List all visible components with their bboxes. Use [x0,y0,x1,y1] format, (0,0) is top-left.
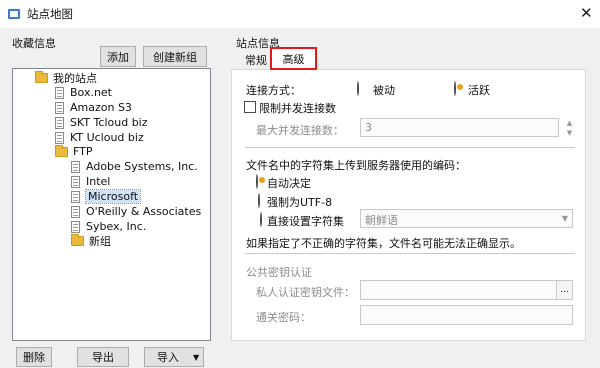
tree-label: Amazon S3 [70,101,132,114]
site-tree[interactable]: 我的站点 Box.net Amazon S3 SKT Tcloud biz KT… [12,68,211,341]
site-icon [71,205,80,218]
favorites-label: 收藏信息 [12,37,56,50]
tree-label: Microsoft [84,189,142,204]
tree-item-site[interactable]: KT Ucloud biz [55,130,144,145]
auto-decide-radio[interactable] [256,174,258,189]
separator [245,147,575,148]
site-icon [55,131,64,144]
spin-up-icon: ▲ [566,119,573,127]
tree-label: O'Reilly & Associates [86,205,202,218]
connection-mode-label: 连接方式： [246,84,301,97]
close-icon[interactable]: ✕ [580,4,593,22]
separator [245,253,575,254]
site-icon [55,101,64,114]
charset-value: 朝鲜语 [365,214,398,227]
site-icon [55,86,64,99]
charset-select[interactable]: 朝鲜语 ▼ [360,209,573,228]
site-icon [71,160,80,173]
limit-connections-label: 限制并发连接数 [259,102,336,115]
tab-advanced-label: 高级 [282,52,305,66]
tab-general[interactable]: 常规 [245,52,267,68]
site-icon [55,116,64,129]
tree-label: Box.net [70,86,112,99]
passive-radio[interactable] [357,81,359,96]
delete-button[interactable]: 删除 [16,347,52,367]
force-utf8-radio[interactable] [258,193,260,208]
spin-down-icon: ▼ [566,129,573,137]
window-title: 站点地图 [27,7,73,21]
tree-label: SKT Tcloud biz [70,116,148,129]
export-button[interactable]: 导出 [77,347,129,367]
tree-label: FTP [73,145,93,158]
tree-item-site[interactable]: Box.net [55,85,112,100]
tree-item-site[interactable]: Amazon S3 [55,100,132,115]
set-charset-label: 直接设置字符集 [267,215,344,228]
folder-icon [35,70,48,83]
tree-item-site[interactable]: Adobe Systems, Inc. [71,159,198,174]
tree-item-site[interactable]: O'Reilly & Associates [71,204,201,219]
tree-label: Intel [86,175,111,188]
tree-item-my-sites[interactable]: 我的站点 [35,70,97,85]
charset-warning: 如果指定了不正确的字符集，文件名可能无法正确显示。 [246,237,521,250]
dropdown-arrow-icon: ▼ [193,352,200,362]
tree-label: 新组 [89,234,111,248]
app-icon [8,9,20,19]
tree-item-new-group[interactable]: 新组 [71,233,111,248]
auto-decide-label: 自动决定 [267,177,311,190]
title-bar [0,0,600,28]
set-charset-radio[interactable] [260,212,262,227]
tree-item-site[interactable]: SKT Tcloud biz [55,115,148,130]
active-radio[interactable] [454,81,456,96]
passphrase-label: 通关密码： [256,311,311,324]
folder-icon [71,233,84,246]
tree-item-site[interactable]: Intel [71,174,110,189]
private-key-file-label: 私人认证密钥文件： [256,286,355,299]
site-icon [71,220,80,233]
tree-item-ftp[interactable]: FTP [55,144,93,159]
encoding-label: 文件名中的字符集上传到服务器使用的编码： [246,159,466,172]
chevron-down-icon: ▼ [561,214,568,223]
tree-item-site-selected[interactable]: Microsoft [71,189,142,204]
create-group-button[interactable]: 创建新组 [143,46,207,67]
max-connections-label: 最大并发连接数： [256,124,344,137]
passphrase-input[interactable] [360,305,573,325]
max-connections-spinner[interactable]: ▲ ▼ [563,118,576,137]
tree-label: Sybex, Inc. [86,220,147,233]
passive-label: 被动 [373,84,395,97]
active-label: 活跃 [468,84,490,97]
import-label: 导入 [157,351,179,364]
tree-label: KT Ucloud biz [70,131,144,144]
browse-button[interactable]: ... [556,280,573,300]
tree-label: 我的站点 [53,71,97,85]
max-connections-input[interactable]: 3 [360,118,559,137]
private-key-file-input[interactable] [360,280,557,300]
tab-advanced[interactable]: 高级 [270,47,317,70]
folder-icon [55,144,68,157]
import-button[interactable]: 导入 ▼ [144,347,204,367]
add-button[interactable]: 添加 [100,46,136,67]
site-icon [71,175,80,188]
force-utf8-label: 强制为UTF-8 [267,196,333,209]
tree-label: Adobe Systems, Inc. [86,160,198,173]
limit-connections-checkbox[interactable] [244,101,256,113]
site-icon [71,190,80,203]
pubkey-auth-label: 公共密钥认证 [246,266,312,279]
